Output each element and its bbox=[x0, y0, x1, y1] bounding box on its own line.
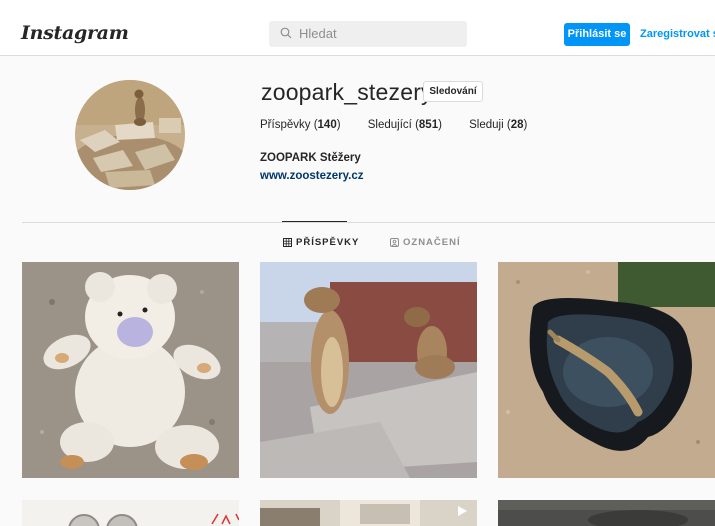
post-meerkats[interactable] bbox=[260, 262, 477, 478]
stat-following[interactable]: Sleduji (28) bbox=[469, 119, 527, 131]
post-crocodile-pond[interactable] bbox=[498, 262, 715, 478]
crocodile-pond-photo bbox=[498, 262, 715, 478]
stat-following-count: 28 bbox=[510, 119, 524, 131]
tab-posts-label: PŘÍSPĚVKY bbox=[296, 237, 360, 248]
active-tab-indicator bbox=[282, 221, 347, 222]
stat-followers-label: Sledující bbox=[367, 119, 412, 131]
profile-username: zoopark_stezery bbox=[261, 79, 433, 105]
follow-button[interactable]: Sledování bbox=[423, 81, 483, 102]
meerkat-on-stones-photo bbox=[75, 80, 185, 190]
stat-followers[interactable]: Sledující (851) bbox=[368, 119, 442, 131]
profile-full-name: ZOOPARK Stěžery bbox=[260, 152, 361, 164]
profile-stats: Příspěvky (140) Sledující (851) Sleduji … bbox=[260, 119, 551, 131]
teddy-bear-photo bbox=[22, 262, 239, 478]
tab-tagged-label: OZNAČENÍ bbox=[403, 237, 461, 248]
search-placeholder: Hledat bbox=[299, 26, 337, 41]
search-icon bbox=[280, 27, 292, 39]
tabs-divider bbox=[22, 222, 715, 223]
login-button[interactable]: Přihlásit se bbox=[564, 23, 630, 46]
meerkats-photo bbox=[260, 262, 477, 478]
register-link[interactable]: Zaregistrovat se bbox=[640, 23, 715, 46]
tab-tagged[interactable]: OZNAČENÍ bbox=[390, 237, 461, 248]
top-bar: Instagram Hledat Přihlásit se Zaregistro… bbox=[0, 0, 715, 56]
post-dark-photo[interactable] bbox=[498, 500, 715, 526]
stat-posts-label: Příspěvky bbox=[260, 119, 311, 131]
stat-posts[interactable]: Příspěvky (140) bbox=[260, 119, 341, 131]
video-room-photo bbox=[260, 500, 477, 526]
post-video-room[interactable] bbox=[260, 500, 477, 526]
instagram-logo[interactable]: Instagram bbox=[21, 22, 129, 44]
video-icon bbox=[458, 506, 467, 516]
profile-website-link[interactable]: www.zoostezery.cz bbox=[260, 170, 364, 182]
profile-avatar[interactable] bbox=[75, 80, 185, 190]
tab-posts[interactable]: PŘÍSPĚVKY bbox=[283, 237, 359, 248]
tagged-icon bbox=[390, 238, 399, 247]
stat-following-label: Sleduji bbox=[469, 119, 504, 131]
post-coins[interactable] bbox=[22, 500, 239, 526]
post-teddy-bear[interactable] bbox=[22, 262, 239, 478]
coins-photo bbox=[22, 500, 239, 526]
search-input[interactable]: Hledat bbox=[269, 21, 467, 47]
stat-posts-count: 140 bbox=[317, 119, 337, 131]
grid-icon bbox=[283, 238, 292, 247]
stat-followers-count: 851 bbox=[418, 119, 439, 131]
dark-photo bbox=[498, 500, 715, 526]
